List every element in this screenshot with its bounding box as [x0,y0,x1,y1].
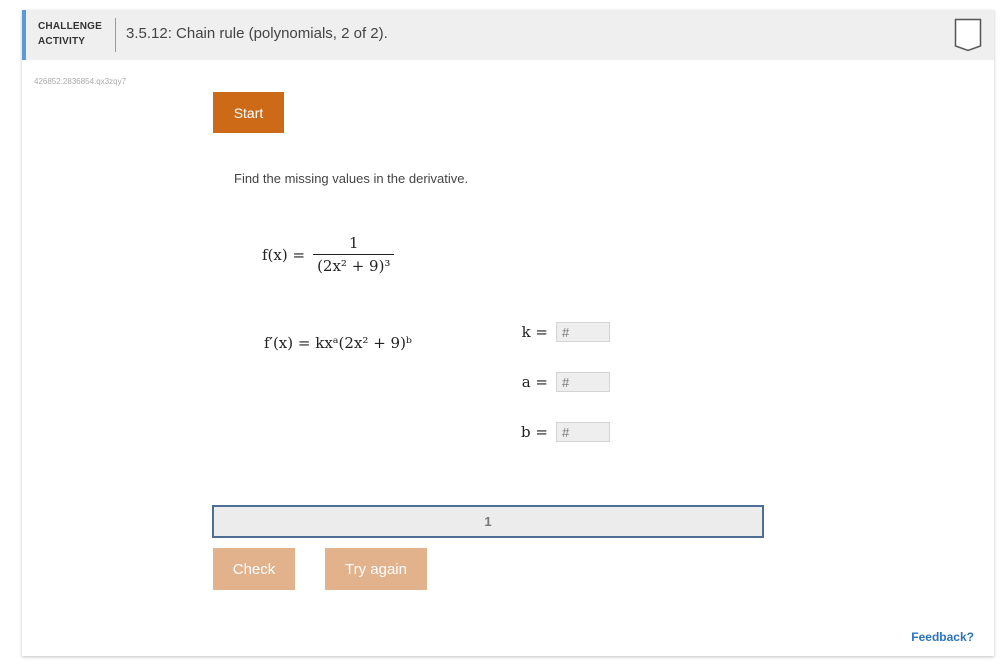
bookmark-icon[interactable] [954,18,982,52]
instruction-text: Find the missing values in the derivativ… [234,171,469,186]
try-again-button[interactable]: Try again [325,548,427,590]
function-lhs: f(x) = [262,245,306,264]
k-input[interactable] [556,322,610,342]
variable-label-a: a = [521,373,548,391]
b-input[interactable] [556,422,610,442]
feedback-link[interactable]: Feedback? [911,630,974,644]
progress-bar: 1 [212,505,764,538]
variable-row-b: b = [510,422,610,442]
start-button[interactable]: Start [213,92,284,133]
variable-label-k: k = [521,323,548,341]
activity-title: 3.5.12: Chain rule (polynomials, 2 of 2)… [126,25,388,42]
function-fraction: 1 (2x² + 9)³ [313,234,395,275]
variable-row-a: a = [510,372,610,392]
activity-id: 426852.2836854.qx3zqy7 [34,77,127,86]
challenge-activity-card: CHALLENGE ACTIVITY 3.5.12: Chain rule (p… [22,10,994,656]
fraction-numerator: 1 [348,234,359,252]
fraction-denominator: (2x² + 9)³ [313,254,395,275]
variable-row-k: k = [510,322,610,342]
check-button[interactable]: Check [213,548,295,590]
derivative-expression: f′(x) = kxᵃ(2x² + 9)ᵇ [264,334,412,352]
header-divider [115,18,116,52]
a-input[interactable] [556,372,610,392]
progress-step-1[interactable]: 1 [484,514,491,529]
variable-label-b: b = [521,423,548,441]
function-definition: f(x) = 1 (2x² + 9)³ [262,234,395,275]
activity-type-label: CHALLENGE ACTIVITY [38,21,103,47]
activity-header: CHALLENGE ACTIVITY 3.5.12: Chain rule (p… [22,10,994,60]
